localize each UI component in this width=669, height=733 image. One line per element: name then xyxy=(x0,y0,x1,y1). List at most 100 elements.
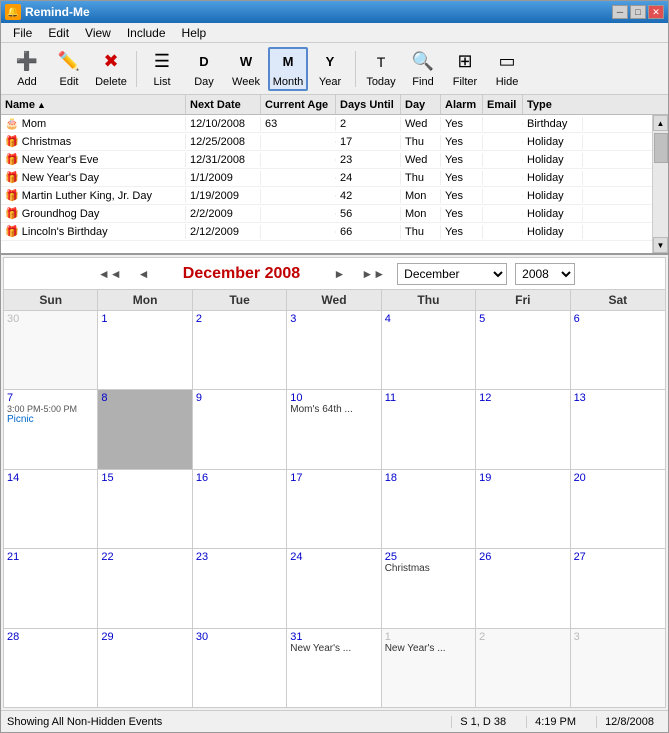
calendar-day[interactable]: 27 xyxy=(571,549,665,627)
edit-button[interactable]: ✏️ Edit xyxy=(49,47,89,91)
calendar-day[interactable]: 2 xyxy=(193,311,287,389)
calendar-day[interactable]: 5 xyxy=(476,311,570,389)
year-button[interactable]: Y Year xyxy=(310,47,350,91)
calendar-day[interactable]: 23 xyxy=(193,549,287,627)
menu-include[interactable]: Include xyxy=(119,24,174,42)
list-row[interactable]: 🎁 Lincoln's Birthday2/12/200966ThuYesHol… xyxy=(1,223,652,241)
minimize-button[interactable]: ─ xyxy=(612,5,628,19)
menu-edit[interactable]: Edit xyxy=(40,24,77,42)
filter-button[interactable]: ⊞ Filter xyxy=(445,47,485,91)
list-row[interactable]: 🎁 Martin Luther King, Jr. Day1/19/200942… xyxy=(1,187,652,205)
day-number: 12 xyxy=(479,392,566,404)
list-cell xyxy=(261,195,336,197)
calendar-day[interactable]: 2 xyxy=(476,629,570,707)
calendar-day[interactable]: 19 xyxy=(476,470,570,548)
calendar-day[interactable]: 16 xyxy=(193,470,287,548)
day-number: 30 xyxy=(7,313,94,325)
calendar-day[interactable]: 20 xyxy=(571,470,665,548)
calendar-weeks: 3012345673:00 PM-5:00 PMPicnic8910Mom's … xyxy=(4,311,665,707)
menu-help[interactable]: Help xyxy=(174,24,215,42)
scroll-down[interactable]: ▼ xyxy=(653,237,668,253)
prev-month-button[interactable]: ◄ xyxy=(134,265,154,283)
calendar-day[interactable]: 13 xyxy=(571,390,665,468)
calendar-day[interactable]: 1 xyxy=(98,311,192,389)
today-button[interactable]: T Today xyxy=(361,47,401,91)
calendar-day[interactable]: 22 xyxy=(98,549,192,627)
week-button[interactable]: W Week xyxy=(226,47,266,91)
list-cell: 2 xyxy=(336,117,401,131)
scroll-track xyxy=(653,131,668,237)
calendar-day[interactable]: 25Christmas xyxy=(382,549,476,627)
calendar-day[interactable]: 28 xyxy=(4,629,98,707)
maximize-button[interactable]: □ xyxy=(630,5,646,19)
day-number: 29 xyxy=(101,631,188,643)
list-row[interactable]: 🎁 New Year's Day1/1/200924ThuYesHoliday xyxy=(1,169,652,187)
scroll-thumb[interactable] xyxy=(654,133,668,163)
calendar-day[interactable]: 11 xyxy=(382,390,476,468)
list-scrollbar[interactable]: ▲ ▼ xyxy=(652,115,668,253)
list-cell: Holiday xyxy=(523,225,583,239)
list-body[interactable]: 🎂 Mom12/10/2008632WedYesBirthday🎁 Christ… xyxy=(1,115,652,253)
list-row[interactable]: 🎁 Christmas12/25/200817ThuYesHoliday xyxy=(1,133,652,151)
day-number: 18 xyxy=(385,472,472,484)
list-cell xyxy=(261,159,336,161)
list-cell: 2/2/2009 xyxy=(186,207,261,221)
find-button[interactable]: 🔍 Find xyxy=(403,47,443,91)
calendar-day[interactable]: 18 xyxy=(382,470,476,548)
calendar-day[interactable]: 21 xyxy=(4,549,98,627)
calendar-day[interactable]: 12 xyxy=(476,390,570,468)
calendar-day[interactable]: 3 xyxy=(571,629,665,707)
month-select[interactable]: JanuaryFebruaryMarchAprilMayJuneJulyAugu… xyxy=(397,263,507,285)
col-name[interactable]: Name ▲ xyxy=(1,95,186,114)
add-button[interactable]: ➕ Add xyxy=(7,47,47,91)
delete-button[interactable]: ✖ Delete xyxy=(91,47,131,91)
calendar-day[interactable]: 14 xyxy=(4,470,98,548)
list-row[interactable]: 🎁 New Year's Eve12/31/200823WedYesHolida… xyxy=(1,151,652,169)
col-current-age[interactable]: Current Age xyxy=(261,95,336,114)
menu-view[interactable]: View xyxy=(77,24,119,42)
close-button[interactable]: ✕ xyxy=(648,5,664,19)
calendar-grid: Sun Mon Tue Wed Thu Fri Sat 3012345673:0… xyxy=(4,290,665,707)
calendar-day[interactable]: 8 xyxy=(98,390,192,468)
scroll-up[interactable]: ▲ xyxy=(653,115,668,131)
title-bar-left: 🔔 Remind-Me xyxy=(5,4,90,20)
calendar-day[interactable]: 15 xyxy=(98,470,192,548)
next-month-button[interactable]: ► xyxy=(330,265,350,283)
prev-year-button[interactable]: ◄◄ xyxy=(94,265,126,283)
calendar-day[interactable]: 6 xyxy=(571,311,665,389)
title-bar: 🔔 Remind-Me ─ □ ✕ xyxy=(1,1,668,23)
list-row[interactable]: 🎂 Mom12/10/2008632WedYesBirthday xyxy=(1,115,652,133)
calendar-day[interactable]: 29 xyxy=(98,629,192,707)
calendar-day[interactable]: 30 xyxy=(4,311,98,389)
day-number: 19 xyxy=(479,472,566,484)
col-days-until[interactable]: Days Until xyxy=(336,95,401,114)
col-email[interactable]: Email xyxy=(483,95,523,114)
list-button[interactable]: ☰ List xyxy=(142,47,182,91)
col-type[interactable]: Type xyxy=(523,95,583,114)
col-day[interactable]: Day xyxy=(401,95,441,114)
list-row[interactable]: 🎁 Groundhog Day2/2/200956MonYesHoliday xyxy=(1,205,652,223)
calendar-day[interactable]: 73:00 PM-5:00 PMPicnic xyxy=(4,390,98,468)
calendar-area: ◄◄ ◄ December 2008 ► ►► JanuaryFebruaryM… xyxy=(3,257,666,708)
menu-file[interactable]: File xyxy=(5,24,40,42)
day-number: 31 xyxy=(290,631,377,643)
year-select[interactable]: 2008 xyxy=(515,263,575,285)
next-year-button[interactable]: ►► xyxy=(357,265,389,283)
calendar-day[interactable]: 24 xyxy=(287,549,381,627)
calendar-day[interactable]: 26 xyxy=(476,549,570,627)
calendar-day[interactable]: 17 xyxy=(287,470,381,548)
calendar-day[interactable]: 1New Year's ... xyxy=(382,629,476,707)
calendar-day[interactable]: 4 xyxy=(382,311,476,389)
calendar-day[interactable]: 30 xyxy=(193,629,287,707)
calendar-day[interactable]: 3 xyxy=(287,311,381,389)
list-cell: Yes xyxy=(441,189,483,203)
col-next-date[interactable]: Next Date xyxy=(186,95,261,114)
hide-button[interactable]: ▭ Hide xyxy=(487,47,527,91)
calendar-day[interactable]: 31New Year's ... xyxy=(287,629,381,707)
month-button[interactable]: M Month xyxy=(268,47,308,91)
title-controls: ─ □ ✕ xyxy=(612,5,664,19)
col-alarm[interactable]: Alarm xyxy=(441,95,483,114)
calendar-day[interactable]: 9 xyxy=(193,390,287,468)
day-button[interactable]: D Day xyxy=(184,47,224,91)
calendar-day[interactable]: 10Mom's 64th ... xyxy=(287,390,381,468)
